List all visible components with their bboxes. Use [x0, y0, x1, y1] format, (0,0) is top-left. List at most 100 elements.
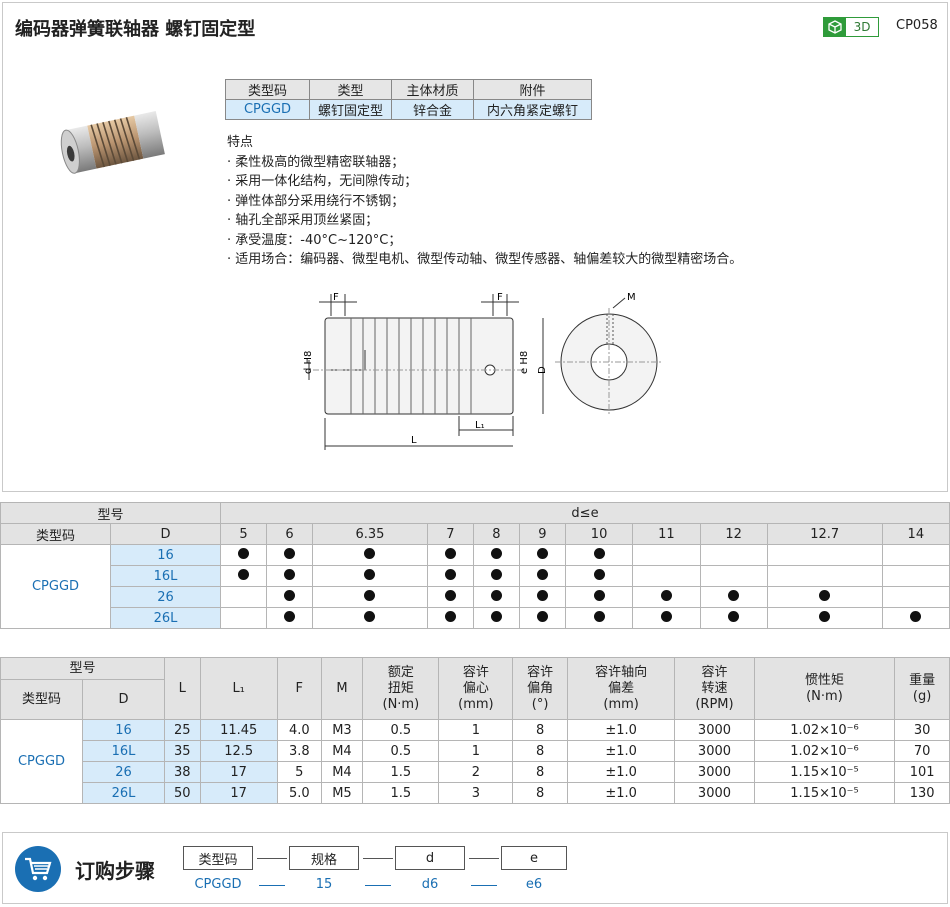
- dims-cell: 130: [894, 782, 950, 804]
- available-dot-icon: [284, 568, 296, 580]
- compat-header-D: D: [110, 523, 221, 545]
- dims-cell: 0.5: [362, 719, 440, 741]
- compat-size-header: 6: [266, 523, 314, 545]
- compat-size-header: 5: [219, 523, 268, 545]
- order-connector: [469, 858, 499, 859]
- features-title: 特点: [227, 135, 254, 150]
- dims-cell: 0.5: [362, 740, 440, 762]
- dims-cell: 1.15×10⁻⁵: [753, 761, 896, 783]
- dims-size-D[interactable]: 16L: [82, 740, 165, 762]
- compat-size-header: 11: [632, 523, 701, 545]
- compat-cell: [426, 544, 474, 566]
- compat-cell: [472, 607, 520, 629]
- available-dot-icon: [536, 589, 548, 601]
- dims-cell: 5: [276, 761, 322, 783]
- order-connector: [363, 858, 393, 859]
- dims-cell: 5.0: [276, 782, 322, 804]
- compat-cell: [219, 586, 268, 608]
- available-dot-icon: [593, 589, 605, 601]
- compat-cell: [518, 607, 566, 629]
- spec-type-code[interactable]: CPGGD: [225, 99, 310, 120]
- compat-cell: [426, 586, 474, 608]
- available-dot-icon: [536, 547, 548, 559]
- compat-cell: [266, 607, 314, 629]
- dims-col-header: 容许 偏心 (mm): [438, 657, 514, 720]
- dims-col-header: M: [320, 657, 364, 720]
- dims-header-type: 类型码: [0, 679, 83, 720]
- compat-cell: [518, 586, 566, 608]
- compat-size-header: 8: [472, 523, 520, 545]
- dims-cell: 1.02×10⁻⁶: [753, 719, 896, 741]
- spec-type: 螺钉固定型: [309, 99, 392, 120]
- available-dot-icon: [284, 547, 296, 559]
- available-dot-icon: [593, 547, 605, 559]
- order-box-e: e: [501, 846, 567, 870]
- order-value-connector: [471, 885, 497, 886]
- available-dot-icon: [284, 610, 296, 622]
- compat-cell: [266, 586, 314, 608]
- compat-cell: [632, 586, 701, 608]
- dims-size-D[interactable]: 26L: [82, 782, 165, 804]
- compat-size-header: 6.35: [312, 523, 428, 545]
- order-box-d: d: [395, 846, 465, 870]
- dims-type-code[interactable]: CPGGD: [0, 719, 83, 804]
- available-dot-icon: [444, 568, 456, 580]
- compat-size-header: 12.7: [766, 523, 883, 545]
- dims-size-D[interactable]: 26: [82, 761, 165, 783]
- compat-cell: [312, 565, 428, 587]
- order-box-spec: 规格: [289, 846, 359, 870]
- compat-size-D[interactable]: 16L: [110, 565, 221, 587]
- dim-L: L: [411, 435, 417, 446]
- spec-material: 锌合金: [391, 99, 474, 120]
- dims-size-D[interactable]: 16: [82, 719, 165, 741]
- compat-cell: [266, 544, 314, 566]
- feature-item: · 柔性极高的微型精密联轴器；: [227, 154, 405, 170]
- product-photo: [51, 99, 171, 188]
- available-dot-icon: [444, 589, 456, 601]
- compat-cell: [312, 607, 428, 629]
- spec-header-accessory: 附件: [473, 79, 592, 100]
- dims-cell: 30: [894, 719, 950, 741]
- available-dot-icon: [238, 547, 249, 559]
- technical-drawing: F F d H8 e H8 D L₁ L M: [293, 288, 673, 457]
- compat-type-code[interactable]: CPGGD: [0, 544, 111, 629]
- compat-size-D[interactable]: 26L: [110, 607, 221, 629]
- compat-cell: [766, 565, 883, 587]
- dims-cell: 2: [438, 761, 514, 783]
- compat-header-type: 类型码: [0, 523, 111, 545]
- compat-cell: [564, 586, 634, 608]
- dims-cell: 1: [438, 719, 514, 741]
- available-dot-icon: [490, 610, 502, 622]
- compat-size-D[interactable]: 26: [110, 586, 221, 608]
- dims-cell: 17: [199, 782, 278, 804]
- available-dot-icon: [284, 589, 296, 601]
- dims-cell: 8: [512, 719, 568, 741]
- available-dot-icon: [364, 547, 376, 559]
- dims-col-header: L: [164, 657, 201, 720]
- compat-size-D[interactable]: 16: [110, 544, 221, 566]
- dims-cell: 3: [438, 782, 514, 804]
- page-title: 编码器弹簧联轴器 螺钉固定型: [15, 19, 256, 40]
- compat-cell: [699, 544, 768, 566]
- dim-L1: L₁: [475, 420, 485, 431]
- dims-cell: ±1.0: [566, 740, 676, 762]
- dims-col-header: 容许轴向 偏差 (mm): [566, 657, 676, 720]
- dims-cell: 11.45: [199, 719, 278, 741]
- spec-header-material: 主体材质: [391, 79, 474, 100]
- dims-cell: M4: [320, 761, 364, 783]
- compat-cell: [472, 544, 520, 566]
- dims-col-header: L₁: [199, 657, 278, 720]
- compat-cell: [564, 607, 634, 629]
- dims-cell: 38: [164, 761, 201, 783]
- dims-cell: 8: [512, 782, 568, 804]
- dims-cell: 25: [164, 719, 201, 741]
- 3d-model-button[interactable]: 3D: [823, 17, 879, 37]
- feature-item: · 承受温度：-40°C~120°C；: [227, 232, 402, 248]
- order-value-spec: 15: [315, 877, 333, 892]
- compat-header-range: d≤e: [220, 502, 950, 524]
- compat-cell: [219, 565, 268, 587]
- dim-f-right: F: [497, 292, 503, 303]
- compat-cell: [766, 607, 883, 629]
- compat-size-header: 14: [881, 523, 950, 545]
- order-value-d: d6: [421, 877, 439, 892]
